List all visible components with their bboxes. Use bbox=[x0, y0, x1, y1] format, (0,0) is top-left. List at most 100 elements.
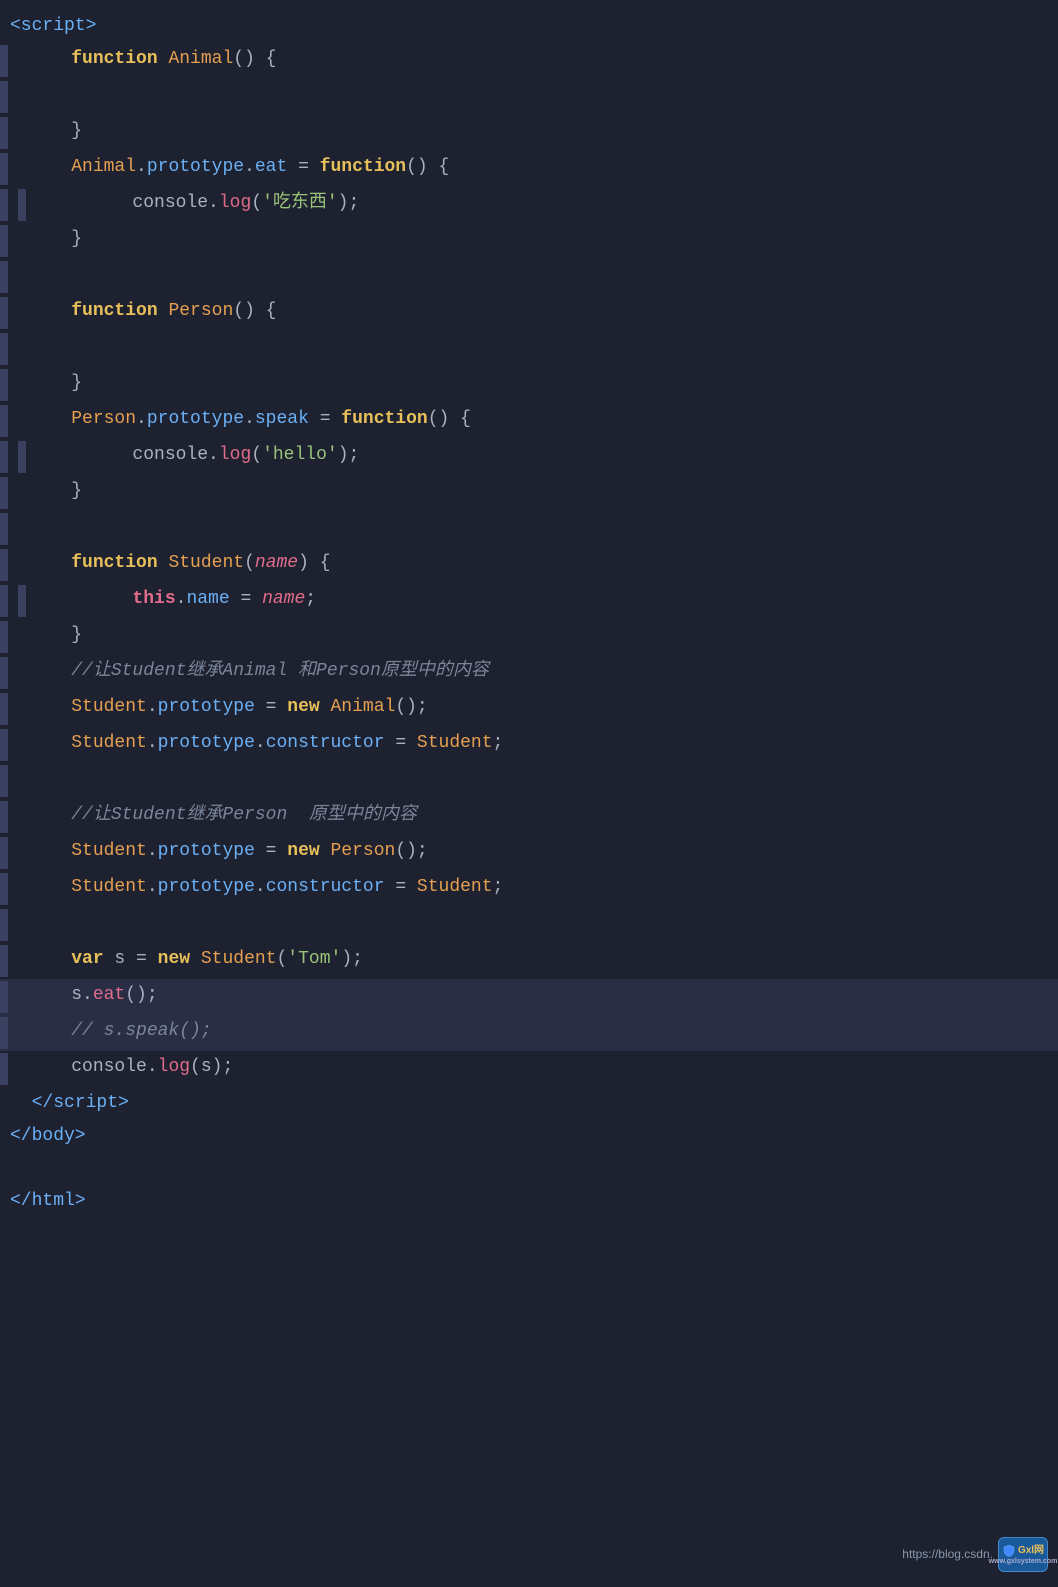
indent-bar bbox=[0, 621, 8, 653]
code-line: </html> bbox=[0, 1185, 1058, 1218]
indent-bar bbox=[0, 441, 8, 473]
line-content: Student.prototype.constructor = Student; bbox=[18, 729, 1058, 758]
code-line: Student.prototype.constructor = Student; bbox=[0, 871, 1058, 907]
line-content bbox=[18, 333, 1058, 362]
indent-bar bbox=[0, 225, 8, 257]
line-content: function Animal() { bbox=[18, 45, 1058, 74]
code-line: <script> bbox=[0, 10, 1058, 43]
line-content: Student.prototype = new Animal(); bbox=[18, 693, 1058, 722]
indent-bar bbox=[0, 549, 8, 581]
indent-bar bbox=[0, 765, 8, 797]
line-content bbox=[18, 513, 1058, 542]
indent-bar bbox=[0, 369, 8, 401]
line-content: } bbox=[18, 225, 1058, 254]
code-line: console.log(s); bbox=[0, 1051, 1058, 1087]
indent-bar bbox=[0, 1053, 8, 1085]
code-line: } bbox=[0, 115, 1058, 151]
line-content: Animal.prototype.eat = function() { bbox=[18, 153, 1058, 182]
line-content: <script> bbox=[0, 12, 1058, 41]
indent-bar bbox=[0, 189, 8, 221]
code-line-highlighted: // s.speak(); bbox=[0, 1015, 1058, 1051]
indent-bar bbox=[0, 405, 8, 437]
code-line: Person.prototype.speak = function() { bbox=[0, 403, 1058, 439]
code-line: } bbox=[0, 223, 1058, 259]
line-content: Person.prototype.speak = function() { bbox=[18, 405, 1058, 434]
watermark-brand: Gxl网 bbox=[1018, 1545, 1044, 1556]
code-line: function Student(name) { bbox=[0, 547, 1058, 583]
line-content: function Person() { bbox=[18, 297, 1058, 326]
indent-bar bbox=[0, 45, 8, 77]
indent-bar bbox=[0, 981, 8, 1013]
code-line bbox=[0, 331, 1058, 367]
shield-icon bbox=[1002, 1544, 1016, 1558]
code-line: console.log('吃东西'); bbox=[0, 187, 1058, 223]
indent-bar bbox=[0, 117, 8, 149]
line-content: </script> bbox=[0, 1089, 1058, 1118]
code-line: } bbox=[0, 367, 1058, 403]
line-content: function Student(name) { bbox=[18, 549, 1058, 578]
indent-bar bbox=[0, 153, 8, 185]
code-line: console.log('hello'); bbox=[0, 439, 1058, 475]
code-line bbox=[0, 763, 1058, 799]
watermark: https://blog.csdn. Gxl网 www.gxlsystem.co… bbox=[902, 1537, 1048, 1572]
code-line: //让Student继承Animal 和Person原型中的内容 bbox=[0, 655, 1058, 691]
code-line: Student.prototype = new Animal(); bbox=[0, 691, 1058, 727]
code-line: //让Student继承Person 原型中的内容 bbox=[0, 799, 1058, 835]
indent-bar bbox=[0, 729, 8, 761]
code-line: Animal.prototype.eat = function() { bbox=[0, 151, 1058, 187]
line-content: var s = new Student('Tom'); bbox=[18, 945, 1058, 974]
indent-bar bbox=[0, 693, 8, 725]
indent-bar-2 bbox=[18, 189, 26, 221]
line-content: </html> bbox=[0, 1187, 1058, 1216]
line-content: s.eat(); bbox=[18, 981, 1058, 1010]
line-content bbox=[18, 261, 1058, 290]
indent-bar bbox=[0, 585, 8, 617]
indent-bar bbox=[0, 1017, 8, 1049]
indent-bar bbox=[0, 297, 8, 329]
watermark-url: https://blog.csdn. bbox=[902, 1545, 993, 1564]
line-content: Student.prototype = new Person(); bbox=[18, 837, 1058, 866]
code-line: function Animal() { bbox=[0, 43, 1058, 79]
watermark-logo: Gxl网 www.gxlsystem.com bbox=[998, 1537, 1048, 1572]
code-line bbox=[0, 1152, 1058, 1185]
indent-bar bbox=[0, 81, 8, 113]
indent-bar-2 bbox=[18, 441, 26, 473]
indent-bar bbox=[0, 801, 8, 833]
code-line: this.name = name; bbox=[0, 583, 1058, 619]
line-content bbox=[18, 81, 1058, 110]
line-content bbox=[18, 765, 1058, 794]
indent-bar bbox=[0, 657, 8, 689]
indent-bar bbox=[0, 873, 8, 905]
code-line: Student.prototype = new Person(); bbox=[0, 835, 1058, 871]
code-line: </script> bbox=[0, 1087, 1058, 1120]
line-content: Student.prototype.constructor = Student; bbox=[18, 873, 1058, 902]
code-line: function Person() { bbox=[0, 295, 1058, 331]
line-content: } bbox=[18, 621, 1058, 650]
code-line bbox=[0, 259, 1058, 295]
indent-bar bbox=[0, 333, 8, 365]
line-content bbox=[18, 909, 1058, 938]
code-line: var s = new Student('Tom'); bbox=[0, 943, 1058, 979]
line-content: } bbox=[18, 117, 1058, 146]
code-line: </body> bbox=[0, 1120, 1058, 1153]
code-editor: <script> function Animal() { } Animal.pr… bbox=[0, 0, 1058, 1258]
indent-bar bbox=[0, 837, 8, 869]
line-content: } bbox=[18, 477, 1058, 506]
line-content: //让Student继承Animal 和Person原型中的内容 bbox=[18, 657, 1058, 686]
indent-bar-2 bbox=[18, 585, 26, 617]
code-line bbox=[0, 907, 1058, 943]
line-content: //让Student继承Person 原型中的内容 bbox=[18, 801, 1058, 830]
line-content: console.log('hello'); bbox=[36, 441, 1058, 470]
line-content: this.name = name; bbox=[36, 585, 1058, 614]
indent-bar bbox=[0, 477, 8, 509]
code-line: Student.prototype.constructor = Student; bbox=[0, 727, 1058, 763]
indent-bar bbox=[0, 909, 8, 941]
line-content: } bbox=[18, 369, 1058, 398]
line-content: console.log(s); bbox=[18, 1053, 1058, 1082]
code-line bbox=[0, 79, 1058, 115]
code-line-highlighted: s.eat(); bbox=[0, 979, 1058, 1015]
indent-bar bbox=[0, 513, 8, 545]
indent-bar bbox=[0, 261, 8, 293]
line-content: console.log('吃东西'); bbox=[36, 189, 1058, 218]
line-content: // s.speak(); bbox=[18, 1017, 1058, 1046]
